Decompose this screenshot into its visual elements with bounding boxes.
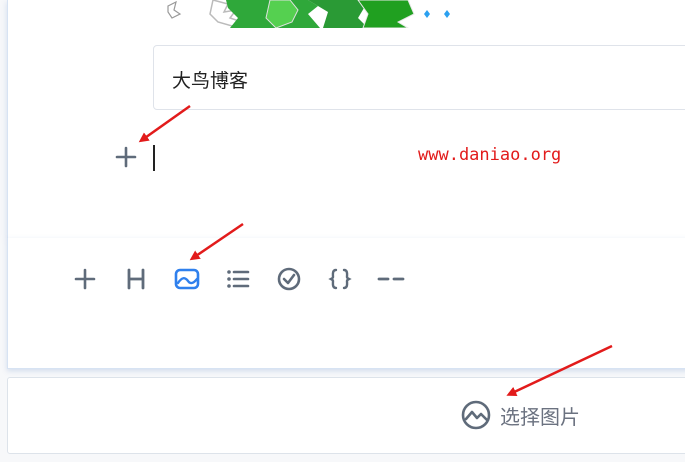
list-icon[interactable] xyxy=(224,265,252,293)
select-image-button[interactable]: 选择图片 xyxy=(460,398,580,432)
block-toolbar xyxy=(7,238,685,369)
divider-icon[interactable] xyxy=(377,265,405,293)
plus-icon[interactable] xyxy=(71,265,99,293)
map-image xyxy=(158,0,478,28)
title-input[interactable]: 大鸟博客 xyxy=(153,45,685,110)
watermark-text: www.daniao.org xyxy=(418,145,562,165)
title-input-value: 大鸟博客 xyxy=(172,70,249,92)
image-icon xyxy=(461,400,491,430)
code-braces-icon[interactable] xyxy=(326,265,354,293)
select-image-label: 选择图片 xyxy=(500,404,580,429)
checkbox-icon[interactable] xyxy=(275,265,303,293)
page: 大鸟博客 www.daniao.org 选择图片 xyxy=(0,0,685,462)
add-block-plus-icon[interactable] xyxy=(114,145,138,169)
editor-card: 大鸟博客 www.daniao.org xyxy=(7,0,685,238)
text-cursor xyxy=(153,145,155,171)
image-icon[interactable] xyxy=(173,265,201,293)
heading-icon[interactable] xyxy=(122,265,150,293)
image-picker-bar: 选择图片 xyxy=(7,377,685,454)
